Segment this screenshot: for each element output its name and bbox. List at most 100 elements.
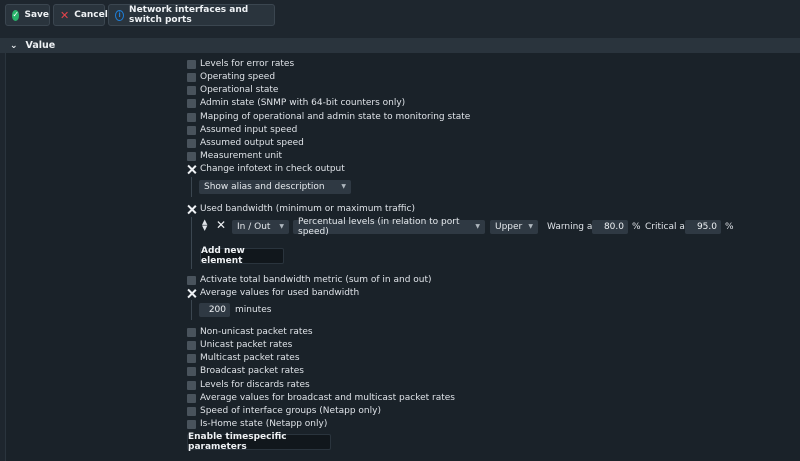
option-levels-error-rates[interactable]: Levels for error rates [187,58,294,70]
bandwidth-indent-line [191,217,192,269]
average-minutes-input[interactable]: 200 [199,303,230,317]
option-assumed-input-speed[interactable]: Assumed input speed [187,124,297,136]
checkbox-checked[interactable] [187,205,196,214]
option-label: Non-unicast packet rates [200,327,313,337]
warning-input[interactable]: 80.0 [592,220,628,234]
option-label: Speed of interface groups (Netapp only) [200,406,381,416]
option-label: Assumed output speed [200,138,304,148]
average-unit: minutes [235,305,272,315]
reorder-icon[interactable]: ▲ ▼ [202,219,207,232]
cancel-label: Cancel [74,10,108,20]
checkbox[interactable] [187,327,196,337]
save-label: Save [24,10,49,20]
option-measurement-unit[interactable]: Measurement unit [187,150,282,162]
warning-label: Warning at [547,222,596,232]
option-label: Unicast packet rates [200,340,293,350]
option-change-infotext[interactable]: Change infotext in check output [187,163,345,175]
option-label: Average values for broadcast and multica… [200,393,455,403]
select-value: In / Out [237,222,271,232]
checkbox[interactable] [187,366,196,376]
option-label: Measurement unit [200,151,283,161]
info-label: Network interfaces and switch ports [129,5,249,25]
option-label: Change infotext in check output [200,164,345,174]
checkbox[interactable] [187,98,196,108]
close-icon: ✕ [60,8,70,22]
checkbox[interactable] [187,393,196,403]
option-label: Operating speed [200,72,276,82]
average-indent-line [191,300,192,320]
section-title: Value [25,40,56,51]
checkbox[interactable] [187,380,196,390]
option-label: Assumed input speed [200,125,298,135]
option-state-mapping[interactable]: Mapping of operational and admin state t… [187,111,470,123]
direction-select[interactable]: In / Out ▼ [232,220,289,234]
checkbox[interactable] [187,151,196,161]
option-is-home-state[interactable]: Is-Home state (Netapp only) [187,418,327,430]
option-label: Operational state [200,85,279,95]
option-label: Levels for discards rates [200,380,310,390]
infotext-select[interactable]: Show alias and description ▼ [199,180,351,194]
checkbox[interactable] [187,72,196,82]
select-value: Upper [495,222,523,232]
option-operational-state[interactable]: Operational state [187,84,278,96]
option-label: Levels for error rates [200,59,295,69]
check-circle-icon: ✓ [12,9,20,21]
option-unicast[interactable]: Unicast packet rates [187,339,292,351]
toolbar: ✓ Save ✕ Cancel i Network interfaces and… [0,0,800,31]
option-label: Activate total bandwidth metric (sum of … [200,275,432,285]
option-average-broadcast-multicast[interactable]: Average values for broadcast and multica… [187,392,455,404]
option-non-unicast[interactable]: Non-unicast packet rates [187,326,313,338]
select-value: Show alias and description [204,182,325,192]
chevron-down-icon: ▼ [475,223,480,230]
levels-mode-select[interactable]: Percentual levels (in relation to port s… [293,217,485,237]
value-section-header[interactable]: ⌄ Value [0,38,800,53]
infotext-indent-line [191,177,192,197]
checkbox[interactable] [187,138,196,148]
critical-label: Critical at [645,222,689,232]
network-interfaces-info-button[interactable]: i Network interfaces and switch ports [108,4,275,26]
option-label: Average values for used bandwidth [200,288,360,298]
chevron-down-icon: ⌄ [10,40,18,51]
option-used-bandwidth[interactable]: Used bandwidth (minimum or maximum traff… [187,203,415,215]
save-button[interactable]: ✓ Save [5,4,50,26]
chevron-down-icon: ▼ [279,223,284,230]
option-label: Broadcast packet rates [200,366,304,376]
option-label: Admin state (SNMP with 64-bit counters o… [200,98,406,108]
cancel-button[interactable]: ✕ Cancel [53,4,108,26]
checkbox[interactable] [187,340,196,350]
warning-unit: % [632,222,641,232]
checkbox-checked[interactable] [187,165,196,174]
option-assumed-output-speed[interactable]: Assumed output speed [187,137,304,149]
bound-select[interactable]: Upper ▼ [490,220,538,234]
critical-unit: % [725,222,734,232]
select-value: Percentual levels (in relation to port s… [298,217,460,237]
option-discards[interactable]: Levels for discards rates [187,379,310,391]
checkbox[interactable] [187,406,196,416]
delete-icon[interactable]: ✕ [216,218,226,232]
add-new-element-button[interactable]: Add new element [200,246,284,266]
enable-timespecific-button[interactable]: Enable timespecific parameters [187,432,331,452]
option-label: Used bandwidth (minimum or maximum traff… [200,204,415,214]
option-operating-speed[interactable]: Operating speed [187,71,275,83]
option-admin-state[interactable]: Admin state (SNMP with 64-bit counters o… [187,97,405,109]
option-label: Mapping of operational and admin state t… [200,112,471,122]
chevron-down-icon: ▼ [528,223,533,230]
option-broadcast[interactable]: Broadcast packet rates [187,365,304,377]
checkbox[interactable] [187,125,196,135]
option-average-bandwidth[interactable]: Average values for used bandwidth [187,287,359,299]
checkbox[interactable] [187,419,196,429]
chevron-down-icon: ▼ [341,183,346,190]
checkbox[interactable] [187,85,196,95]
option-multicast[interactable]: Multicast packet rates [187,352,300,364]
critical-input[interactable]: 95.0 [685,220,721,234]
checkbox[interactable] [187,112,196,122]
option-label: Is-Home state (Netapp only) [200,419,328,429]
info-icon: i [115,9,125,21]
option-interface-groups-speed[interactable]: Speed of interface groups (Netapp only) [187,405,381,417]
checkbox[interactable] [187,275,196,285]
checkbox[interactable] [187,353,196,363]
checkbox-checked[interactable] [187,289,196,298]
checkbox[interactable] [187,59,196,69]
option-total-bandwidth[interactable]: Activate total bandwidth metric (sum of … [187,274,432,286]
option-label: Multicast packet rates [200,353,300,363]
